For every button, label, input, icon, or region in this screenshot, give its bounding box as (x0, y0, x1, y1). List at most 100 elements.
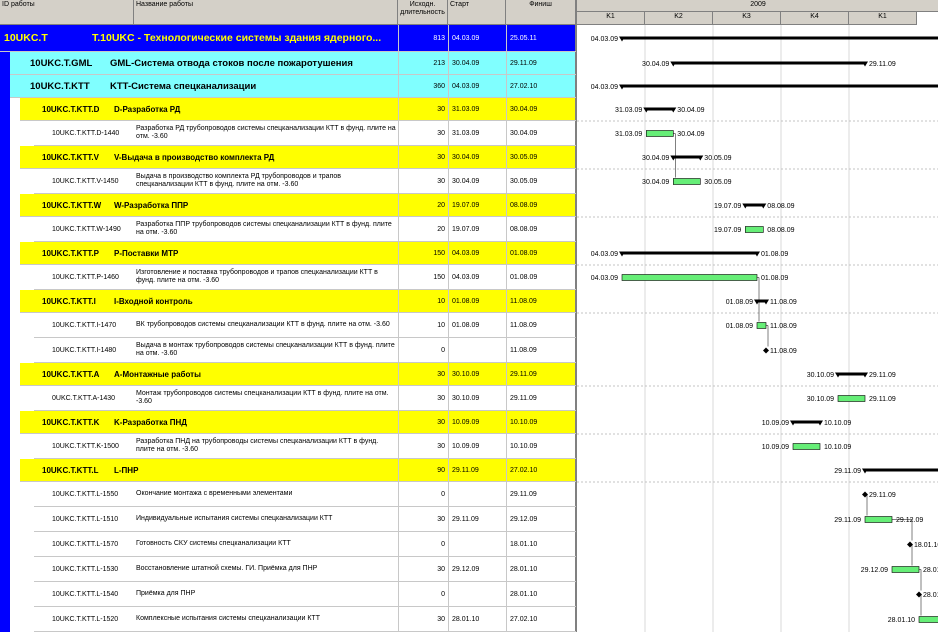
wbs-row[interactable]: 10UKC.T T.10UKC - Технологические системы… (0, 25, 576, 52)
cell-code: 0UKC.T.KTT.A-1430 (52, 394, 116, 402)
dependency-link (919, 594, 922, 616)
activity-row[interactable]: 10UKC.T.KTT.L-1550 Окончание монтажа с вр… (34, 482, 576, 507)
wbs-row[interactable]: 10UKC.T.KTT.V V-Выдача в производство ком… (20, 146, 576, 169)
bar-start-label: 04.03.09 (591, 251, 618, 258)
cell-finish: 27.02.10 (506, 459, 576, 481)
cell-name: I-Входной контроль (114, 296, 193, 306)
bar-start-label: 10.09.09 (762, 444, 789, 451)
bar-start-label: 30.04.09 (642, 61, 669, 68)
wbs-row[interactable]: 10UKC.T.KTT.W W-Разработка ППР 20 19.07.09 0… (20, 194, 576, 217)
cell-code: 10UKC.T.KTT.L-1530 (52, 565, 119, 573)
cell-dur: 813 (398, 25, 448, 51)
cell-dur: 150 (398, 242, 448, 264)
bar-end-label: 11.08.09 (770, 299, 797, 306)
header-activity-id[interactable]: ID работы (0, 0, 134, 25)
bar-start-label: 30.10.09 (807, 372, 834, 379)
task-bar (646, 130, 674, 137)
cell-finish: 25.05.11 (506, 25, 576, 51)
cell-dur: 30 (398, 557, 448, 581)
header-original-duration[interactable]: Исходн. длительность (398, 0, 448, 25)
activity-row[interactable]: 10UKC.T.KTT.D-1440 Разработка РД трубопро… (34, 121, 576, 146)
bar-end-label: 29.11.09 (869, 492, 896, 499)
cell-name: Восстановление штатной схемы. ГИ. Приёмк… (136, 565, 318, 572)
bar-start-label: 19.07.09 (714, 227, 741, 234)
header-finish[interactable]: Финиш (506, 0, 576, 25)
cell-finish: 08.08.09 (506, 194, 576, 216)
cell-name: Индивидуальные испытания системы спецкан… (136, 515, 333, 522)
bar-end-label: 18.01.10 (914, 542, 938, 549)
wbs-row[interactable]: 10UKC.T.KTT.L L-ПНР 90 29.11.09 27.02.10 (20, 459, 576, 482)
cell-dur: 0 (398, 482, 448, 506)
cell-finish: 01.08.09 (506, 242, 576, 264)
cell-code: 10UKC.T.KTT.L-1550 (52, 490, 119, 498)
cell-start: 04.03.09 (448, 265, 506, 289)
cell-start: 30.04.09 (448, 146, 506, 168)
activity-row[interactable]: 10UKC.T.KTT.I-1480 Выдача в монтаж трубоп… (34, 338, 576, 363)
cell-finish: 30.04.09 (506, 121, 576, 145)
activity-row[interactable]: 0UKC.T.KTT.A-1430 Монтаж трубопроводов си… (34, 386, 576, 411)
wbs-row[interactable]: 10UKC.T.KTT KTT-Система спецканализации 36… (10, 75, 576, 98)
activity-row[interactable]: 10UKC.T.KTT.L-1520 Комплексные испытания … (34, 607, 576, 632)
cell-name: P-Поставки МТР (114, 248, 179, 258)
dependency-link (910, 544, 913, 566)
cell-start: 30.04.09 (448, 169, 506, 193)
cell-dur: 30 (398, 434, 448, 458)
cell-start (448, 482, 506, 506)
activity-row[interactable]: 10UKC.T.KTT.V-1450 Выдача в производство … (34, 169, 576, 194)
cell-dur: 30 (398, 363, 448, 385)
cell-name: KTT-Система спецканализации (110, 80, 257, 92)
bar-start-label: 28.01.10 (888, 617, 915, 624)
cell-code: 10UKC.T.KTT.W-1490 (52, 225, 121, 233)
activity-row[interactable]: 10UKC.T.KTT.L-1510 Индивидуальные испытан… (34, 507, 576, 532)
summary-bar (622, 36, 938, 40)
wbs-row[interactable]: 10UKC.T.KTT.P P-Поставки МТР 150 04.03.09 01… (20, 242, 576, 265)
cell-name: L-ПНР (114, 465, 139, 475)
cell-code: 10UKC.T.KTT.L-1510 (52, 515, 119, 523)
cell-start: 10.09.09 (448, 411, 506, 433)
cell-dur: 20 (398, 194, 448, 216)
wbs-row[interactable]: 10UKC.T.KTT.K K-Разработка ПНД 30 10.09.09 1… (20, 411, 576, 434)
activity-row[interactable]: 10UKC.T.KTT.L-1570 Готовность СКУ системы… (34, 532, 576, 557)
cell-name: Разработка РД трубопроводов системы спец… (136, 125, 396, 140)
cell-dur: 360 (398, 75, 448, 97)
activity-row[interactable]: 10UKC.T.KTT.W-1490 Разработка ППР трубопр… (34, 217, 576, 242)
bar-end-label: 30.04.09 (677, 107, 704, 114)
cell-start: 01.08.09 (448, 313, 506, 337)
cell-start: 10.09.09 (448, 434, 506, 458)
summary-bar (673, 155, 701, 159)
cell-name: Готовность СКУ системы спецканализации К… (136, 540, 291, 547)
summary-bar (646, 107, 674, 111)
bar-start-label: 01.08.09 (726, 299, 753, 306)
bar-end-label: 30.05.09 (704, 179, 731, 186)
cell-name: Разработка ППР трубопроводов системы спе… (136, 221, 392, 236)
wbs-row[interactable]: 10UKC.T.KTT.A A-Монтажные работы 30 30.10.0… (20, 363, 576, 386)
cell-start: 19.07.09 (448, 217, 506, 241)
wbs-row[interactable]: 10UKC.T.GML GML-Система отвода стоков пос… (10, 52, 576, 75)
wbs-row[interactable]: 10UKC.T.KTT.I I-Входной контроль 10 01.08.0… (20, 290, 576, 313)
activity-row[interactable]: 10UKC.T.KTT.I-1470 ВК трубопроводов систе… (34, 313, 576, 338)
timescale-year: 2009 (577, 0, 938, 12)
header-start[interactable]: Старт (448, 0, 506, 25)
activity-row[interactable]: 10UKC.T.KTT.P-1460 Изготовление и поставк… (34, 265, 576, 290)
cell-start: 28.01.10 (448, 607, 506, 631)
task-bar (621, 274, 758, 281)
bar-end-label: 29.12.09 (896, 517, 923, 524)
task-bar (918, 616, 938, 623)
summary-bar (673, 61, 865, 65)
header-activity-name[interactable]: Название работы (134, 0, 398, 25)
cell-finish: 18.01.10 (506, 532, 576, 556)
cell-name: T.10UKC - Технологические системы здания… (92, 32, 382, 44)
activity-row[interactable]: 10UKC.T.KTT.K-1500 Разработка ПНД на труб… (34, 434, 576, 459)
cell-finish: 27.02.10 (506, 607, 576, 631)
cell-start: 04.03.09 (448, 25, 506, 51)
bar-end-label: 28.01.10 (923, 567, 938, 574)
activity-row[interactable]: 10UKC.T.KTT.L-1530 Восстановление штатной… (34, 557, 576, 582)
wbs-row[interactable]: 10UKC.T.KTT.D D-Разработка РД 30 31.03.09 30… (20, 98, 576, 121)
bar-start-label: 04.03.09 (591, 275, 618, 282)
bar-start-label: 31.03.09 (615, 107, 642, 114)
cell-finish: 28.01.10 (506, 557, 576, 581)
cell-dur: 10 (398, 290, 448, 312)
activity-row[interactable]: 10UKC.T.KTT.L-1540 Приёмка для ПНР 0 28.01.… (34, 582, 576, 607)
cell-code: 10UKC.T.KTT.L-1520 (52, 615, 119, 623)
cell-name: A-Монтажные работы (114, 369, 201, 379)
